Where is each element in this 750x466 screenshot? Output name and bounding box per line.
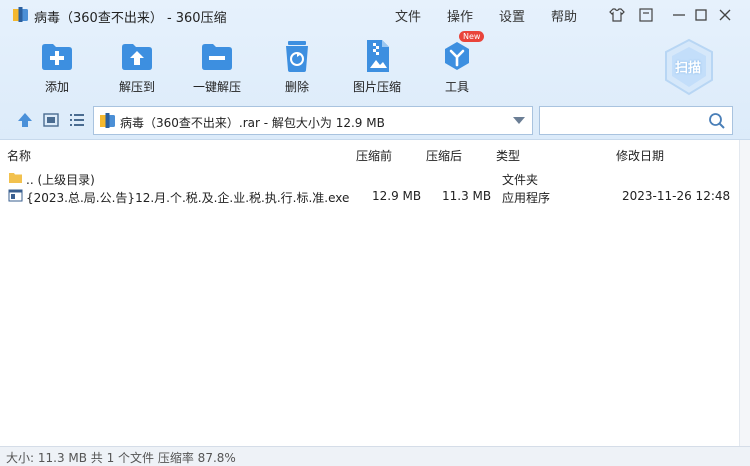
extract-to-button[interactable]: 解压到 [102,38,172,95]
close-icon[interactable] [715,5,735,25]
item-size-before: 12.9 MB [372,189,422,203]
one-click-extract-icon [202,44,232,70]
extract-to-label: 解压到 [118,80,155,94]
thumbnail-view-icon[interactable] [42,111,60,129]
folder-icon [9,173,22,183]
delete-label: 删除 [284,80,309,94]
add-icon [42,44,72,70]
address-bar[interactable]: 病毒（360查不出来）.rar - 解包大小为 12.9 MB [93,106,533,135]
column-type[interactable]: 类型 [496,147,520,164]
item-name: .. (上级目录) [26,173,95,187]
item-size-after: 11.3 MB [442,189,492,203]
tools-label: 工具 [444,80,469,94]
menu-settings[interactable]: 设置 [499,6,525,25]
tools-icon [445,42,469,70]
up-arrow-icon[interactable] [16,111,34,129]
minimize-icon[interactable] [669,5,689,25]
list-view-icon[interactable] [68,111,86,129]
delete-icon [286,41,308,72]
archive-path: 病毒（360查不出来）.rar - 解包大小为 12.9 MB [120,116,385,130]
list-item-exe[interactable]: {2023.总.局.公.告}12.月.个.税.及.企.业.税.执.行.标.准.e… [0,187,738,205]
item-modified-date: 2023-11-26 12:48 [622,189,731,203]
search-input[interactable] [544,111,704,131]
path-dropdown-icon[interactable] [513,117,525,124]
title-bar: 病毒（360查不出来） - 360压缩 文件 操作 设置 帮助 [0,0,750,30]
vertical-scrollbar[interactable] [739,140,750,446]
scan-button[interactable]: 扫描 [662,38,716,96]
skin-shirt-icon[interactable] [607,5,627,25]
image-compress-label: 图片压缩 [352,80,401,94]
archive-icon [100,113,115,128]
menu-file[interactable]: 文件 [395,6,421,25]
image-compress-icon [367,40,389,72]
image-compress-button[interactable]: 图片压缩 [342,38,412,95]
column-compressed-before[interactable]: 压缩前 [356,147,392,164]
one-click-extract-button[interactable]: 一键解压 [182,38,252,95]
add-button[interactable]: 添加 [22,38,92,95]
delete-button[interactable]: 删除 [262,38,332,95]
one-click-extract-label: 一键解压 [192,80,241,94]
list-item-parent-folder[interactable]: .. (上级目录) 文件夹 [0,169,738,187]
add-label: 添加 [44,80,69,94]
search-icon[interactable] [708,112,726,130]
window-title: 病毒（360查不出来） - 360压缩 [34,11,227,26]
extract-to-icon [122,44,152,70]
column-modified-date[interactable]: 修改日期 [616,147,664,164]
status-bar: 大小: 11.3 MB 共 1 个文件 压缩率 87.8% [0,446,750,466]
new-badge: New [459,31,485,42]
status-text: 大小: 11.3 MB 共 1 个文件 压缩率 87.8% [6,451,236,465]
column-name[interactable]: 名称 [7,147,31,164]
search-box[interactable] [539,106,733,135]
app-logo-icon [13,7,28,22]
item-type: 文件夹 [502,173,539,187]
feedback-icon[interactable] [636,5,656,25]
scan-label: 扫描 [675,61,702,76]
item-name: {2023.总.局.公.告}12.月.个.税.及.企.业.税.执.行.标.准.e… [26,191,350,205]
menu-operation[interactable]: 操作 [447,6,473,25]
item-type: 应用程序 [502,191,551,205]
menu-help[interactable]: 帮助 [551,6,577,25]
exe-icon [8,189,23,202]
tools-button[interactable]: New 工具 [422,31,492,95]
list-header: 名称 压缩前 压缩后 类型 修改日期 [0,144,738,166]
maximize-icon[interactable] [691,5,711,25]
column-compressed-after[interactable]: 压缩后 [426,147,462,164]
